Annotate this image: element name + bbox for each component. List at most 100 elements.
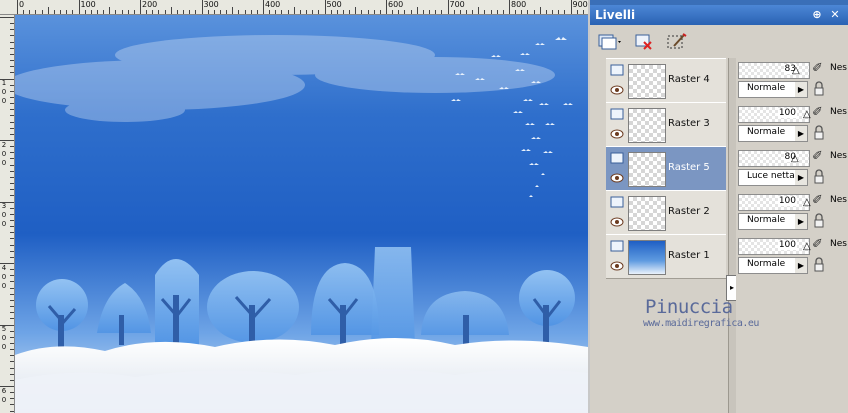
ruler-minor-tick <box>170 7 172 14</box>
opacity-slider-handle-icon[interactable]: △ <box>792 65 800 77</box>
layer-thumbnail[interactable] <box>628 108 666 143</box>
opacity-value[interactable]: 100 <box>777 196 797 206</box>
ruler-minor-tick <box>275 10 277 14</box>
lock-icon[interactable] <box>812 213 826 228</box>
opacity-slider[interactable]: 80 △ <box>738 150 810 167</box>
ruler-minor-tick <box>121 10 123 14</box>
opacity-value[interactable]: 100 <box>777 108 797 118</box>
layer-name[interactable]: Raster 5 <box>668 162 710 173</box>
opacity-slider[interactable]: 100 △ <box>738 106 811 123</box>
lock-icon[interactable] <box>812 81 826 96</box>
ruler-tick <box>10 23 14 25</box>
ruler-tick <box>10 213 14 215</box>
layer-row[interactable]: Raster 4 <box>606 58 726 103</box>
layer-thumbnail[interactable] <box>628 152 666 187</box>
ruler-tick <box>10 189 14 191</box>
ruler-label: 3 <box>1 202 7 210</box>
layer-name[interactable]: Raster 4 <box>668 74 710 85</box>
ruler-minor-tick <box>361 10 363 14</box>
layer-thumbnail[interactable] <box>628 64 666 99</box>
ruler-minor-tick <box>72 10 74 14</box>
ruler-label: 0 <box>1 334 7 342</box>
ruler-minor-tick <box>336 10 338 14</box>
ruler-minor-tick <box>453 10 455 14</box>
layer-thumbnail[interactable] <box>628 240 666 275</box>
layer-name[interactable]: Raster 3 <box>668 118 710 129</box>
dropdown-arrow-icon[interactable]: ▶ <box>795 214 807 229</box>
layer-name[interactable]: Raster 2 <box>668 206 710 217</box>
blend-mode-select[interactable]: Luce netta ▶ <box>738 169 808 186</box>
dropdown-arrow-icon[interactable]: ▶ <box>795 258 807 273</box>
close-icon[interactable]: ✕ <box>828 8 842 22</box>
dropdown-arrow-icon[interactable]: ▶ <box>795 126 807 141</box>
dropdown-arrow-icon[interactable]: ▶ <box>795 82 807 97</box>
layer-row[interactable]: Raster 1 <box>606 234 726 279</box>
ruler-minor-tick <box>213 10 215 14</box>
lock-icon[interactable] <box>812 169 826 184</box>
brush-icon[interactable]: ✐ <box>812 61 823 76</box>
ruler-label: 500 <box>326 0 342 9</box>
opacity-slider[interactable]: 100 △ <box>738 194 811 211</box>
ruler-minor-tick <box>84 10 86 14</box>
opacity-slider-handle-icon[interactable]: △ <box>791 153 799 165</box>
pin-icon[interactable]: ⊕ <box>810 8 824 22</box>
ruler-tick <box>10 330 14 332</box>
ruler-minor-tick <box>490 10 492 14</box>
ruler-minor-tick <box>183 10 185 14</box>
image-canvas[interactable] <box>15 15 588 413</box>
opacity-slider-handle-icon[interactable]: △ <box>803 197 811 209</box>
palette-title-bar[interactable]: Livelli ⊕ ✕ <box>590 5 848 25</box>
layer-row[interactable]: Raster 3 <box>606 102 726 147</box>
blend-mode-select[interactable]: Normale ▶ <box>738 257 808 274</box>
brush-icon[interactable]: ✐ <box>812 105 823 120</box>
ruler-tick <box>10 60 14 62</box>
ruler-minor-tick <box>23 10 25 14</box>
dropdown-arrow-icon[interactable]: ▶ <box>795 170 807 185</box>
lock-icon[interactable] <box>812 257 826 272</box>
brush-icon[interactable]: ✐ <box>812 193 823 208</box>
vertical-ruler: 10020030040050060 <box>0 15 15 413</box>
blend-mode-select[interactable]: Normale ▶ <box>738 125 808 142</box>
layer-properties-row: 80 △ ✐ Nes Luce netta ▶ <box>736 146 848 189</box>
ruler-tick <box>10 121 14 123</box>
ruler-label: 800 <box>511 0 527 9</box>
ruler-minor-tick <box>195 10 197 14</box>
ruler-minor-tick <box>527 10 529 14</box>
blend-mode-select[interactable]: Normale ▶ <box>738 213 808 230</box>
layer-thumbnail[interactable] <box>628 196 666 231</box>
brush-icon[interactable]: ✐ <box>812 149 823 164</box>
ruler-minor-tick <box>109 7 111 14</box>
ruler-minor-tick <box>164 10 166 14</box>
ruler-major-tick <box>78 0 80 14</box>
layer-group-partial-label: Nes <box>830 151 847 161</box>
layer-group-partial-label: Nes <box>830 107 847 117</box>
ruler-minor-tick <box>312 10 314 14</box>
opacity-slider[interactable]: 83 △ <box>738 62 810 79</box>
ruler-minor-tick <box>545 10 547 14</box>
blend-mode-select[interactable]: Normale ▶ <box>738 81 808 98</box>
ruler-tick <box>10 127 14 129</box>
ruler-tick <box>0 386 14 387</box>
opacity-value[interactable]: 100 <box>777 240 797 250</box>
new-layer-icon[interactable] <box>596 32 624 52</box>
opacity-slider-handle-icon[interactable]: △ <box>803 109 811 121</box>
opacity-slider[interactable]: 100 △ <box>738 238 811 255</box>
lock-icon[interactable] <box>812 125 826 140</box>
ruler-minor-tick <box>207 10 209 14</box>
ruler-tick <box>10 35 14 37</box>
ruler-minor-tick <box>564 10 566 14</box>
ruler-tick <box>10 244 14 246</box>
ruler-minor-tick <box>330 10 332 14</box>
layer-row[interactable]: Raster 5 <box>606 146 726 191</box>
edit-selection-icon[interactable] <box>666 32 688 52</box>
ruler-major-tick <box>263 0 264 14</box>
ruler-tick <box>10 410 14 412</box>
ruler-minor-tick <box>398 10 400 14</box>
brush-icon[interactable]: ✐ <box>812 237 823 252</box>
opacity-slider-handle-icon[interactable]: △ <box>803 241 811 253</box>
layer-row[interactable]: Raster 2 <box>606 190 726 235</box>
ruler-minor-tick <box>287 10 289 14</box>
layer-name[interactable]: Raster 1 <box>668 250 710 261</box>
blend-mode-value: Normale <box>747 215 786 225</box>
delete-layer-icon[interactable] <box>634 32 654 52</box>
